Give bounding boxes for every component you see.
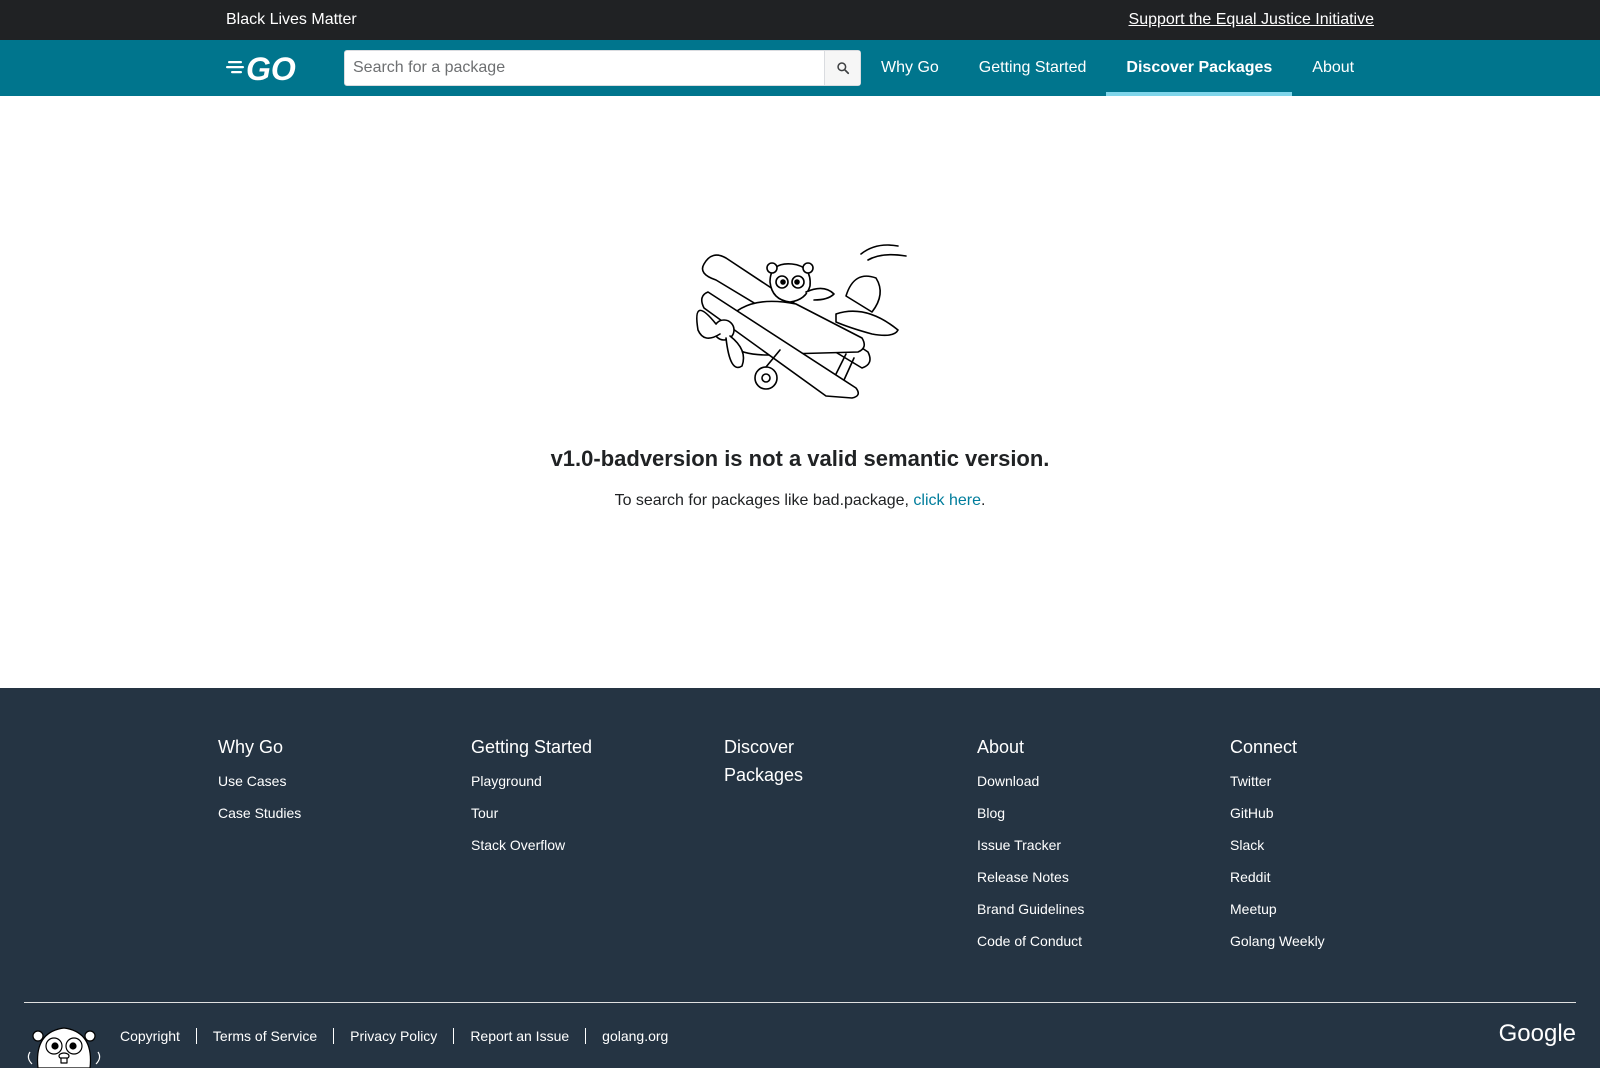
footer-link-twitter[interactable]: Twitter — [1230, 773, 1430, 789]
banner-text: Black Lives Matter — [226, 11, 357, 28]
search-button[interactable] — [824, 51, 860, 85]
footer-terms-link[interactable]: Terms of Service — [195, 1028, 333, 1044]
error-message-text: To search for packages like bad.package, — [614, 492, 914, 509]
go-logo-icon: GO — [226, 51, 296, 87]
nav-getting-started[interactable]: Getting Started — [959, 40, 1107, 96]
nav-about[interactable]: About — [1292, 40, 1374, 96]
footer-link-stack-overflow[interactable]: Stack Overflow — [471, 837, 671, 853]
logo-text: GO — [246, 51, 296, 86]
footer-heading[interactable]: Discover Packages — [724, 733, 834, 789]
google-logo[interactable]: Google — [1499, 1020, 1576, 1048]
footer-heading: Getting Started — [471, 737, 593, 757]
gopher-mascot-icon — [27, 1027, 101, 1068]
footer-heading: About — [977, 737, 1025, 757]
site-header: GO Why Go Getting Started Discover Packa… — [0, 40, 1600, 96]
footer-link-tour[interactable]: Tour — [471, 805, 671, 821]
footer-link-download[interactable]: Download — [977, 773, 1177, 789]
search-input[interactable] — [345, 51, 824, 85]
footer-col-connect: Connect Twitter GitHub Slack Reddit Meet… — [1230, 733, 1430, 965]
footer-bottom-links: Copyright Terms of Service Privacy Polic… — [104, 1027, 684, 1045]
footer-golang-org-link[interactable]: golang.org — [585, 1028, 684, 1044]
footer-report-issue-link[interactable]: Report an Issue — [453, 1028, 585, 1044]
footer-col-why-go: Why Go Use Cases Case Studies — [218, 733, 418, 837]
footer-link-use-cases[interactable]: Use Cases — [218, 773, 418, 789]
footer-col-getting-started: Getting Started Playground Tour Stack Ov… — [471, 733, 671, 869]
footer-col-discover-packages: Discover Packages — [724, 733, 834, 801]
footer-col-about: About Download Blog Issue Tracker Releas… — [977, 733, 1177, 965]
top-banner: Black Lives Matter Support the Equal Jus… — [0, 0, 1600, 40]
footer-link-github[interactable]: GitHub — [1230, 805, 1430, 821]
footer-privacy-link[interactable]: Privacy Policy — [333, 1028, 453, 1044]
eji-link[interactable]: Support the Equal Justice Initiative — [1129, 11, 1374, 29]
footer-link-golang-weekly[interactable]: Golang Weekly — [1230, 933, 1430, 949]
error-message: To search for packages like bad.package,… — [0, 492, 1600, 510]
footer-heading: Why Go — [218, 737, 284, 757]
search-box — [344, 50, 861, 86]
footer-link-blog[interactable]: Blog — [977, 805, 1177, 821]
footer-heading: Connect — [1230, 737, 1298, 757]
nav-why-go[interactable]: Why Go — [861, 40, 959, 96]
site-footer: Why Go Use Cases Case Studies Getting St… — [0, 688, 1600, 1068]
footer-link-meetup[interactable]: Meetup — [1230, 901, 1430, 917]
footer-link-code-of-conduct[interactable]: Code of Conduct — [977, 933, 1177, 949]
footer-link-reddit[interactable]: Reddit — [1230, 869, 1430, 885]
error-title: v1.0-badversion is not a valid semantic … — [550, 446, 1050, 471]
footer-link-brand-guidelines[interactable]: Brand Guidelines — [977, 901, 1177, 917]
footer-divider — [24, 1002, 1576, 1003]
footer-link-playground[interactable]: Playground — [471, 773, 671, 789]
go-logo[interactable]: GO — [226, 50, 310, 87]
main-content: v1.0-badversion is not a valid semantic … — [0, 96, 1600, 688]
footer-link-issue-tracker[interactable]: Issue Tracker — [977, 837, 1177, 853]
footer-link-case-studies[interactable]: Case Studies — [218, 805, 418, 821]
search-icon — [836, 62, 849, 75]
error-message-suffix: . — [980, 492, 986, 509]
footer-link-slack[interactable]: Slack — [1230, 837, 1430, 853]
footer-copyright-link[interactable]: Copyright — [104, 1028, 196, 1044]
main-nav: Why Go Getting Started Discover Packages… — [861, 40, 1374, 96]
nav-discover-packages[interactable]: Discover Packages — [1106, 40, 1293, 96]
footer-link-release-notes[interactable]: Release Notes — [977, 869, 1177, 885]
search-packages-link[interactable]: click here — [913, 492, 981, 509]
gopher-airplane-icon — [696, 244, 907, 399]
